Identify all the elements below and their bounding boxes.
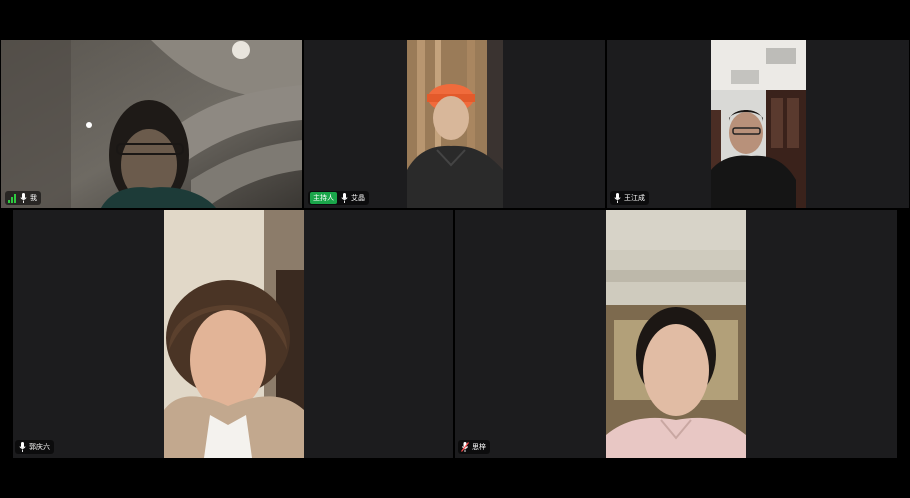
participant-name: 思梓 — [472, 443, 486, 451]
participant-name: 郭庆六 — [29, 443, 50, 451]
signal-bars-icon — [8, 193, 16, 203]
participant-nametag: 王江成 — [610, 191, 649, 205]
microphone-icon — [19, 193, 27, 204]
video-tile-5[interactable]: 思梓 — [455, 210, 897, 458]
participant-nametag: 郭庆六 — [15, 440, 54, 454]
microphone-icon — [340, 193, 348, 204]
participant-name: 艾晶 — [351, 194, 365, 202]
participant-nametag: 思梓 — [458, 440, 490, 454]
microphone-muted-icon — [461, 442, 469, 453]
participant-nametag: 我 — [5, 191, 41, 205]
video-tile-2[interactable]: 主持人 艾晶 — [304, 40, 605, 208]
participant-name: 我 — [30, 194, 37, 202]
video-tile-4[interactable]: 郭庆六 — [13, 210, 453, 458]
microphone-icon — [18, 442, 26, 453]
participant-video — [164, 210, 304, 458]
host-badge: 主持人 — [310, 192, 337, 204]
participant-nametag: 主持人 艾晶 — [308, 191, 369, 205]
video-tile-1[interactable]: 我 — [1, 40, 302, 208]
video-tile-3[interactable]: 王江成 — [607, 40, 909, 208]
participant-video — [1, 40, 302, 208]
participant-video — [407, 40, 503, 208]
participant-video — [711, 40, 806, 208]
microphone-icon — [613, 193, 621, 204]
participant-video — [606, 210, 746, 458]
participant-name: 王江成 — [624, 194, 645, 202]
